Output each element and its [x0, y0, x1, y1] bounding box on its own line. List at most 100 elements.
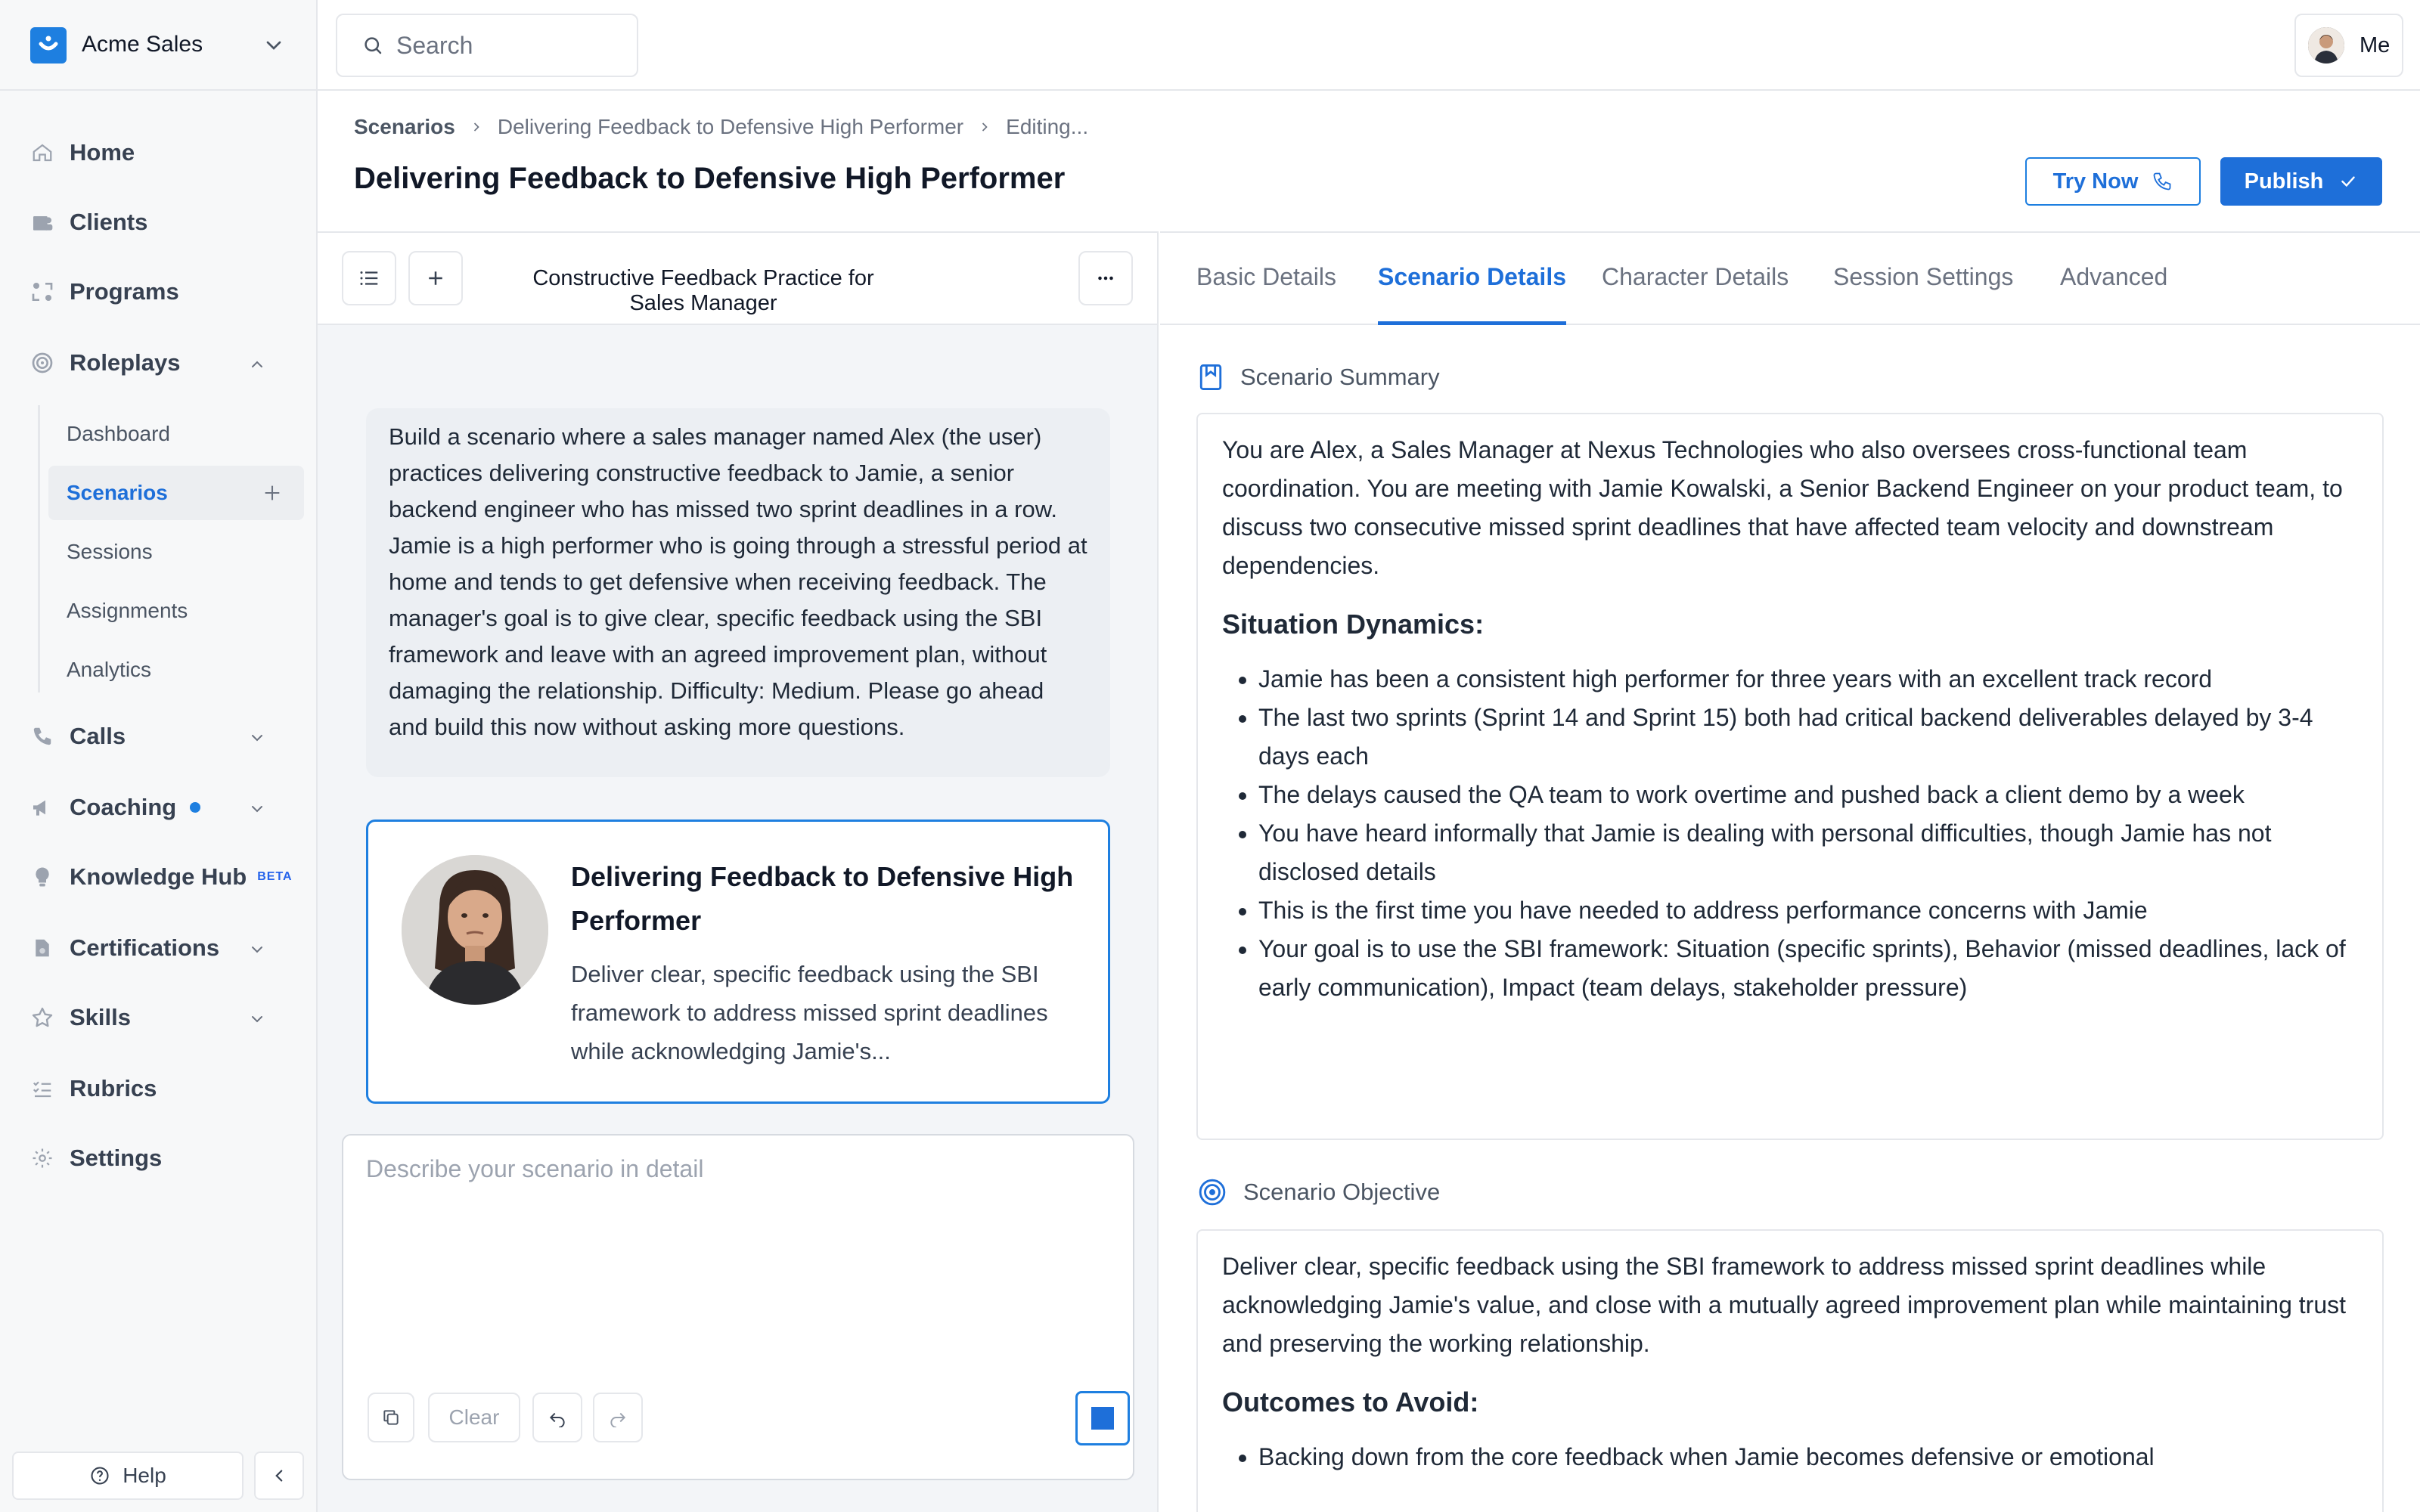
target-icon — [1198, 1178, 1227, 1207]
publish-button[interactable]: Publish — [2220, 157, 2382, 206]
tab-bar: Basic Details Scenario Details Character… — [1160, 233, 2420, 325]
tab-advanced[interactable]: Advanced — [2060, 263, 2167, 325]
sidebar-item-settings[interactable]: Settings — [27, 1134, 293, 1182]
objective-section-header: Scenario Objective — [1198, 1178, 1440, 1207]
sidebar-subitem-assignments[interactable]: Assignments — [48, 584, 304, 638]
tab-character-details[interactable]: Character Details — [1602, 263, 1789, 325]
sidebar-subitem-analytics[interactable]: Analytics — [48, 643, 304, 697]
lightbulb-icon — [27, 862, 57, 892]
summary-intro: You are Alex, a Sales Manager at Nexus T… — [1222, 436, 2343, 579]
chevron-left-icon — [269, 1466, 289, 1486]
search-input[interactable]: Search — [336, 14, 638, 77]
list-item: Backing down from the core feedback when… — [1258, 1438, 2358, 1476]
history-list-button[interactable] — [342, 251, 396, 305]
scenario-prompt-input[interactable] — [366, 1155, 1107, 1367]
more-options-button[interactable] — [1078, 251, 1133, 305]
phone-icon — [27, 721, 57, 751]
sidebar-item-label: Rubrics — [70, 1075, 157, 1101]
list-item: This is the first time you have needed t… — [1258, 891, 2358, 930]
bookmark-icon — [1198, 363, 1224, 392]
copy-button[interactable] — [368, 1393, 414, 1442]
help-circle-icon — [89, 1465, 110, 1486]
check-icon — [2338, 172, 2358, 191]
sidebar-subitem-dashboard[interactable]: Dashboard — [48, 407, 304, 461]
sidebar-item-label: Clients — [70, 209, 148, 235]
sidebar-subitem-sessions[interactable]: Sessions — [48, 525, 304, 579]
list-icon — [358, 267, 380, 290]
objective-intro: Deliver clear, specific feedback using t… — [1222, 1253, 2346, 1357]
stop-generation-button[interactable] — [1075, 1391, 1130, 1445]
target-icon — [27, 348, 57, 378]
list-item: Your goal is to use the SBI framework: S… — [1258, 930, 2358, 1007]
list-item: The delays caused the QA team to work ov… — [1258, 776, 2358, 814]
copy-icon — [381, 1408, 401, 1427]
sidebar-item-label: Roleplays — [70, 349, 181, 376]
certificate-icon — [27, 933, 57, 963]
sidebar-item-home[interactable]: Home — [27, 129, 293, 177]
user-menu-button[interactable]: Me — [2294, 14, 2403, 77]
tab-scenario-details[interactable]: Scenario Details — [1378, 263, 1566, 325]
sidebar-item-label: Settings — [70, 1145, 163, 1171]
help-label: Help — [123, 1464, 166, 1487]
new-chat-button[interactable] — [408, 251, 463, 305]
sidebar-item-label: Calls — [70, 723, 126, 749]
sidebar-item-programs[interactable]: Programs — [27, 268, 293, 316]
sidebar-item-skills[interactable]: Skills — [27, 993, 293, 1042]
more-horizontal-icon — [1094, 267, 1117, 290]
plus-icon — [424, 267, 447, 290]
top-bar: Search Me — [318, 0, 2420, 91]
sidebar-item-clients[interactable]: Clients — [27, 198, 293, 246]
sidebar-subitem-scenarios[interactable]: Scenarios — [48, 466, 304, 520]
search-placeholder: Search — [396, 31, 473, 59]
scenario-objective-field[interactable]: Deliver clear, specific feedback using t… — [1196, 1229, 2384, 1512]
breadcrumb-current: Editing... — [1006, 115, 1089, 138]
programs-icon — [27, 277, 57, 307]
scenario-preview-card[interactable]: Delivering Feedback to Defensive High Pe… — [366, 820, 1110, 1104]
sidebar-subitem-label: Scenarios — [67, 481, 168, 504]
chat-toolbar: Constructive Feedback Practice for Sales… — [318, 233, 1157, 325]
breadcrumb-scenario[interactable]: Delivering Feedback to Defensive High Pe… — [498, 115, 963, 139]
list-item: You have heard informally that Jamie is … — [1258, 814, 2358, 891]
org-name: Acme Sales — [82, 32, 203, 57]
org-switcher[interactable]: Acme Sales — [0, 0, 318, 91]
section-title: Scenario Objective — [1243, 1179, 1441, 1205]
stop-icon — [1091, 1407, 1114, 1430]
undo-button[interactable] — [532, 1393, 582, 1442]
sidebar-item-rubrics[interactable]: Rubrics — [27, 1064, 293, 1113]
chevron-down-icon — [248, 940, 266, 959]
section-title: Scenario Summary — [1240, 364, 1440, 390]
try-now-label: Try Now — [2052, 169, 2139, 194]
card-description: Deliver clear, specific feedback using t… — [571, 961, 1048, 1064]
summary-subheading: Situation Dynamics: — [1222, 609, 1485, 640]
undo-icon — [548, 1408, 567, 1427]
help-button[interactable]: Help — [12, 1452, 244, 1500]
redo-button[interactable] — [593, 1393, 643, 1442]
list-item: The last two sprints (Sprint 14 and Spri… — [1258, 699, 2358, 776]
sidebar-item-label: Coaching — [70, 794, 177, 820]
sidebar-item-calls[interactable]: Calls — [27, 712, 293, 761]
megaphone-icon — [27, 792, 57, 823]
beta-badge: BETA — [257, 870, 293, 883]
sidebar: Acme Sales Home Clients Programs Rolepla… — [0, 0, 318, 1512]
plus-icon[interactable] — [262, 482, 283, 503]
home-icon — [27, 138, 57, 168]
chat-panel: Constructive Feedback Practice for Sales… — [318, 231, 1159, 1512]
chevron-down-icon — [248, 729, 266, 747]
redo-icon — [608, 1408, 628, 1427]
summary-section-header: Scenario Summary — [1198, 363, 1440, 392]
try-now-button[interactable]: Try Now — [2025, 157, 2201, 206]
sidebar-item-certifications[interactable]: Certifications — [27, 924, 293, 972]
page-title: Delivering Feedback to Defensive High Pe… — [354, 162, 1066, 195]
sidebar-item-coaching[interactable]: Coaching — [27, 783, 293, 832]
collapse-sidebar-button[interactable] — [254, 1452, 304, 1500]
chevron-down-icon[interactable] — [262, 33, 286, 57]
tab-session-settings[interactable]: Session Settings — [1833, 263, 2013, 325]
clear-button[interactable]: Clear — [428, 1393, 520, 1442]
scenario-summary-field[interactable]: You are Alex, a Sales Manager at Nexus T… — [1196, 413, 2384, 1140]
breadcrumb-scenarios[interactable]: Scenarios — [354, 115, 455, 139]
star-icon — [27, 1002, 57, 1033]
sidebar-item-knowledge-hub[interactable]: Knowledge Hub BETA — [27, 853, 293, 901]
sidebar-item-roleplays[interactable]: Roleplays — [27, 339, 293, 387]
chevron-down-icon — [248, 800, 266, 818]
tab-basic-details[interactable]: Basic Details — [1196, 263, 1336, 325]
